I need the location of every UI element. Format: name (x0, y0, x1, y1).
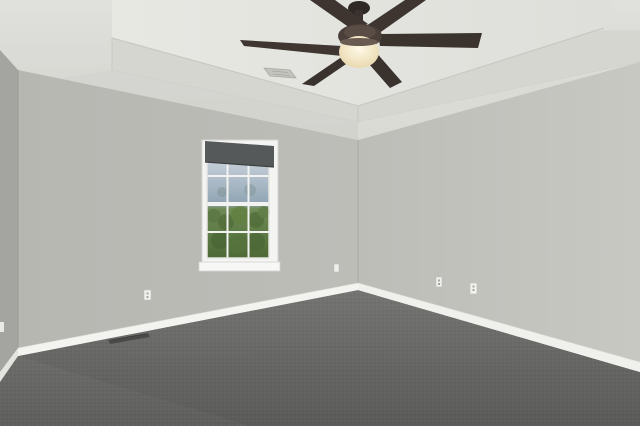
electrical-outlet (333, 263, 340, 273)
fan-blade (378, 33, 482, 48)
electrical-outlet (469, 282, 478, 295)
electrical-outlet (143, 289, 152, 301)
room-photo (0, 0, 640, 426)
room-illustration (0, 0, 640, 426)
electrical-outlet (435, 276, 443, 288)
electrical-outlet (0, 322, 4, 332)
